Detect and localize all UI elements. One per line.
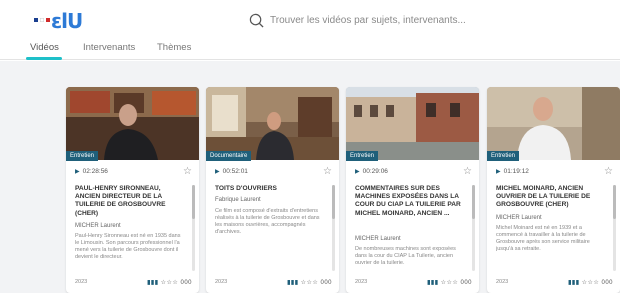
card-stats: ▮▮▮ ☆☆☆ 000 — [147, 280, 192, 286]
favorite-star-icon[interactable]: ☆ — [463, 166, 472, 177]
video-duration: 02:28:56 — [82, 168, 108, 175]
video-date: 2023 — [75, 279, 88, 285]
video-thumbnail[interactable] — [346, 87, 479, 160]
video-description: Paul-Henry Sironneau est né en 1935 dans… — [75, 233, 181, 260]
video-title[interactable]: COMMENTAIRES SUR DES MACHINES EXPOSÉES D… — [355, 185, 465, 218]
video-date: 2023 — [215, 279, 228, 285]
video-grid: Entretien ▶ 02:28:56 ☆ PAUL-HENRY SIRONNE… — [0, 61, 620, 293]
tab-videos[interactable]: Vidéos — [30, 42, 59, 53]
card-scrollbar[interactable] — [613, 185, 616, 271]
card-footer: 2023 ▮▮▮ ☆☆☆ 000 — [496, 279, 613, 287]
favorite-star-icon[interactable]: ☆ — [183, 166, 192, 177]
video-duration: 00:52:01 — [222, 168, 248, 175]
video-duration: 00:29:06 — [362, 168, 388, 175]
video-meta: ▶ 02:28:56 ☆ — [75, 166, 192, 178]
video-author: Fabrique Laurent — [215, 197, 261, 203]
active-tab-indicator — [26, 57, 62, 60]
category-badge: Documentaire — [206, 151, 252, 161]
video-date: 2023 — [355, 279, 368, 285]
card-stats: ▮▮▮ ☆☆☆ 000 — [427, 280, 472, 286]
video-title[interactable]: MICHEL MOINARD, ANCIEN OUVRIER DE LA TUI… — [496, 185, 606, 210]
card-scrollbar[interactable] — [472, 185, 475, 271]
card-scrollbar[interactable] — [192, 185, 195, 271]
favorite-star-icon[interactable]: ☆ — [604, 166, 613, 177]
video-card[interactable]: Entretien ▶ 00:29:06 ☆ COMMENTAIRES SUR D… — [346, 87, 479, 293]
video-description: Ce film est composé d'extraits d'entreti… — [215, 208, 320, 235]
video-card[interactable]: Entretien ▶ 01:19:12 ☆ MICHEL MOINARD, AN… — [487, 87, 620, 293]
video-author: MICHER Laurent — [75, 223, 121, 229]
card-footer: 2023 ▮▮▮ ☆☆☆ 000 — [215, 279, 332, 287]
french-flag-icon — [34, 18, 50, 22]
category-badge: Entretien — [487, 151, 520, 161]
category-badge: Entretien — [346, 151, 379, 161]
video-card[interactable]: Documentaire ▶ 00:52:01 ☆ TOITS D'OUVRIER… — [206, 87, 339, 293]
play-icon: ▶ — [355, 169, 360, 175]
search-bar[interactable] — [249, 9, 509, 31]
video-thumbnail[interactable] — [66, 87, 199, 160]
video-duration: 01:19:12 — [503, 168, 529, 175]
favorite-star-icon[interactable]: ☆ — [323, 166, 332, 177]
play-icon: ▶ — [215, 169, 220, 175]
card-footer: 2023 ▮▮▮ ☆☆☆ 000 — [355, 279, 472, 287]
site-logo[interactable]: ɛlU — [51, 9, 83, 33]
video-card[interactable]: Entretien ▶ 02:28:56 ☆ PAUL-HENRY SIRONNE… — [66, 87, 199, 293]
card-stats: ▮▮▮ ☆☆☆ 000 — [568, 280, 613, 286]
top-bar: ɛlU — [0, 0, 620, 38]
play-icon: ▶ — [75, 169, 80, 175]
card-footer: 2023 ▮▮▮ ☆☆☆ 000 — [75, 279, 192, 287]
video-thumbnail[interactable] — [487, 87, 620, 160]
video-date: 2023 — [496, 279, 509, 285]
video-title[interactable]: TOITS D'OUVRIERS — [215, 185, 325, 193]
play-icon: ▶ — [496, 169, 501, 175]
video-thumbnail[interactable] — [206, 87, 339, 160]
search-input[interactable] — [270, 14, 500, 26]
video-description: Michel Moinard est né en 1939 et a comme… — [496, 225, 590, 252]
card-stats: ▮▮▮ ☆☆☆ 000 — [287, 280, 332, 286]
video-meta: ▶ 01:19:12 ☆ — [496, 166, 613, 178]
video-description: De nombreuses machines sont exposées dan… — [355, 246, 456, 266]
video-title[interactable]: PAUL-HENRY SIRONNEAU, ANCIEN DIRECTEUR D… — [75, 185, 185, 218]
tab-intervenants[interactable]: Intervenants — [83, 42, 135, 53]
card-scrollbar[interactable] — [332, 185, 335, 271]
video-meta: ▶ 00:29:06 ☆ — [355, 166, 472, 178]
video-author: MICHER Laurent — [355, 236, 401, 242]
search-icon — [249, 13, 264, 28]
video-meta: ▶ 00:52:01 ☆ — [215, 166, 332, 178]
video-author: MICHER Laurent — [496, 215, 542, 221]
tab-bar: Vidéos Intervenants Thèmes — [0, 38, 620, 60]
category-badge: Entretien — [66, 151, 99, 161]
tab-themes[interactable]: Thèmes — [157, 42, 191, 53]
